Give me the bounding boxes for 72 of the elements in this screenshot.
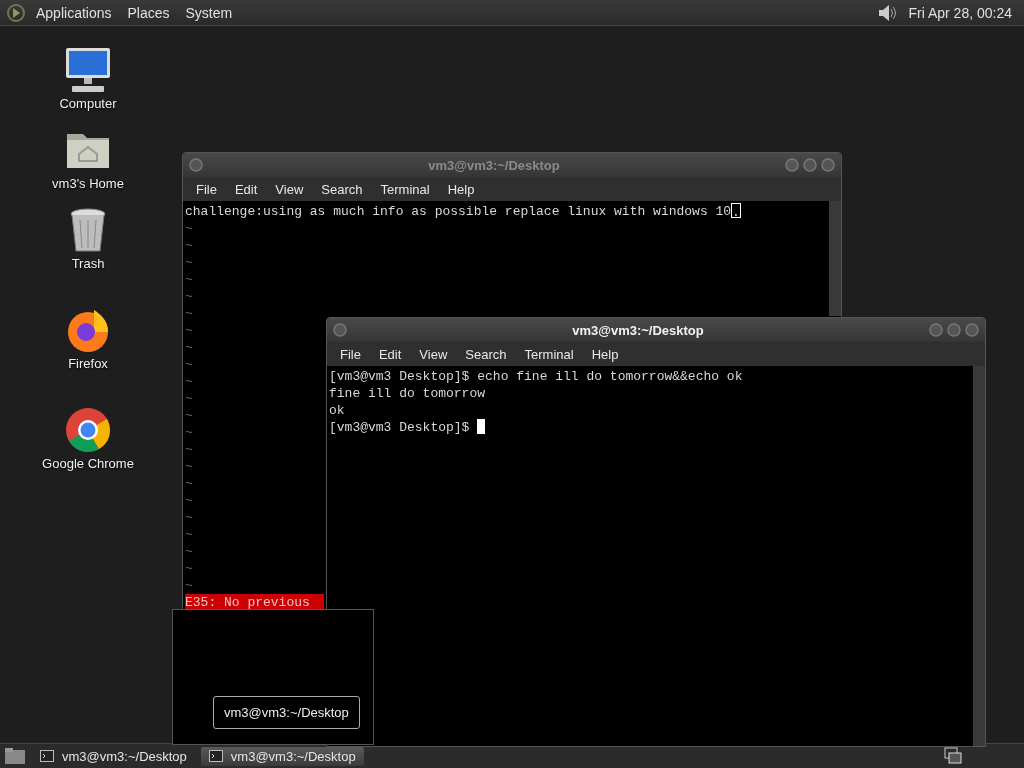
empty-line-marker: ~ — [185, 492, 193, 509]
empty-line-marker: ~ — [185, 390, 193, 407]
empty-line-marker: ~ — [185, 356, 193, 373]
maximize-button[interactable] — [947, 323, 961, 337]
terminal-line: fine ill do tomorrow — [329, 385, 486, 402]
empty-line-marker: ~ — [185, 305, 193, 322]
desktop-icon-label[interactable]: Firefox — [68, 356, 108, 371]
empty-line-marker: ~ — [185, 441, 193, 458]
close-button[interactable] — [821, 158, 835, 172]
menu-item[interactable]: Search — [458, 344, 514, 364]
close-button[interactable] — [965, 323, 979, 337]
window-title-tooltip: vm3@vm3:~/Desktop — [213, 696, 360, 729]
desktop-icon-label[interactable]: Trash — [71, 256, 105, 271]
minimize-button[interactable] — [785, 158, 799, 172]
panel-menu[interactable]: System — [179, 2, 239, 23]
window-title: vm3@vm3:~/Desktop — [427, 157, 561, 173]
chrome-icon — [64, 406, 112, 454]
maximize-button[interactable] — [803, 158, 817, 172]
window-menu-button[interactable] — [333, 323, 347, 337]
panel-menu[interactable]: Applications — [30, 2, 118, 23]
window-title: vm3@vm3:~/Desktop — [571, 322, 705, 338]
empty-line-marker: ~ — [185, 407, 193, 424]
show-desktop-icon[interactable] — [4, 747, 26, 765]
menu-item[interactable]: View — [412, 344, 455, 364]
empty-line-marker: ~ — [185, 339, 193, 356]
menu-item[interactable]: File — [189, 179, 224, 199]
empty-line-marker: ~ — [185, 254, 193, 271]
terminal-icon — [40, 750, 54, 762]
empty-line-marker: ~ — [185, 577, 193, 594]
menu-item[interactable]: Terminal — [517, 344, 581, 364]
terminal-line: challenge:using as much info as possible replace linux with windows 10 — [185, 204, 732, 219]
menu-item[interactable]: Terminal — [373, 179, 437, 199]
terminal-line: [vm3@vm3 Desktop]$ echo fine ill do tomorrow&&echo ok — [329, 368, 743, 385]
empty-line-marker: ~ — [185, 526, 193, 543]
menu-item[interactable]: Help — [440, 179, 482, 199]
menu-item[interactable]: View — [268, 179, 311, 199]
panel-menu[interactable]: Places — [121, 2, 176, 23]
workspace-icon[interactable] — [944, 747, 964, 765]
empty-line-marker: ~ — [185, 543, 193, 560]
terminal-line: ok — [329, 402, 345, 419]
menu-item[interactable]: Search — [314, 179, 370, 199]
menu-item[interactable]: Edit — [371, 344, 409, 364]
menu-item[interactable]: Help — [584, 344, 626, 364]
menu-item[interactable]: File — [333, 344, 368, 364]
empty-line-marker: ~ — [185, 220, 193, 237]
speaker-icon[interactable] — [876, 2, 899, 23]
empty-line-marker: ~ — [185, 322, 193, 339]
empty-line-marker: ~ — [185, 288, 193, 305]
empty-line-marker: ~ — [185, 237, 193, 254]
empty-line-marker: ~ — [185, 373, 193, 390]
empty-line-marker: ~ — [185, 560, 193, 577]
clock[interactable]: Fri Apr 28, 00:24 — [902, 2, 1018, 23]
empty-line-marker: ~ — [185, 458, 193, 475]
empty-line-marker: ~ — [185, 424, 193, 441]
scrollbar[interactable] — [973, 366, 985, 746]
empty-line-marker: ~ — [185, 475, 193, 492]
logo-icon[interactable] — [6, 2, 26, 23]
cursor: . — [731, 203, 741, 218]
desktop-icon-label[interactable]: Google Chrome — [42, 456, 134, 471]
desktop-icon-label[interactable]: Computer — [59, 96, 117, 111]
desktop-icon-label[interactable]: vm3's Home — [52, 176, 124, 191]
minimize-button[interactable] — [929, 323, 943, 337]
empty-line-marker: ~ — [185, 271, 193, 288]
terminal-icon — [208, 750, 223, 762]
scrollbar[interactable] — [829, 201, 841, 316]
window-menu-button[interactable] — [189, 158, 203, 172]
taskbar-button[interactable]: vm3@vm3:~/Desktop — [200, 746, 364, 766]
menu-item[interactable]: Edit — [227, 179, 265, 199]
computer-icon — [64, 46, 112, 94]
empty-line-marker: ~ — [185, 509, 193, 526]
terminal-line: [vm3@vm3 Desktop]$ — [329, 420, 471, 435]
taskbar-button[interactable]: vm3@vm3:~/Desktop — [32, 746, 195, 766]
